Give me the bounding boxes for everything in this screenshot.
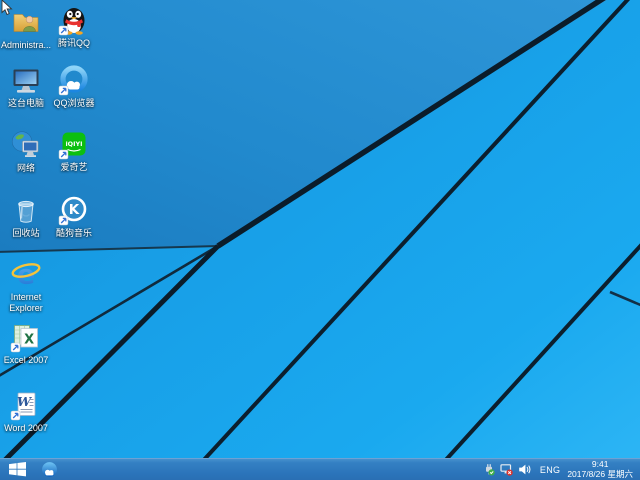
windows-logo-icon bbox=[9, 462, 26, 477]
shortcut-arrow-badge bbox=[59, 150, 68, 159]
start-button[interactable] bbox=[0, 459, 34, 480]
icon-label: Excel 2007 bbox=[4, 355, 49, 366]
qq-browser-icon bbox=[58, 64, 90, 96]
mouse-cursor bbox=[1, 0, 13, 16]
shortcut-arrow-badge bbox=[59, 26, 68, 35]
taskbar-clock[interactable]: 9:41 2017/8/26 星期六 bbox=[567, 460, 633, 479]
taskbar: ENG 9:41 2017/8/26 星期六 bbox=[0, 458, 640, 480]
svg-text:K: K bbox=[69, 202, 80, 218]
svg-text:iQIYI: iQIYI bbox=[65, 140, 82, 148]
internet-explorer-icon: e bbox=[10, 258, 42, 290]
qq-browser-icon bbox=[41, 461, 58, 478]
icon-label: 回收站 bbox=[12, 228, 39, 239]
shortcut-arrow-badge bbox=[59, 86, 68, 95]
icon-label: 酷狗音乐 bbox=[56, 228, 92, 239]
desktop-icon-tencent-qq[interactable]: 腾讯QQ bbox=[45, 4, 103, 49]
icon-label: Administra... bbox=[1, 40, 51, 51]
clock-date: 2017/8/26 星期六 bbox=[567, 470, 633, 480]
iqiyi-icon: iQIYI bbox=[58, 128, 90, 160]
desktop-icon-word-2007[interactable]: W Word 2007 bbox=[0, 389, 55, 434]
icon-label: 腾讯QQ bbox=[58, 38, 90, 49]
svg-text:W: W bbox=[17, 394, 33, 409]
icon-label: 网络 bbox=[17, 163, 35, 174]
volume-icon[interactable] bbox=[518, 463, 531, 476]
computer-icon bbox=[10, 64, 42, 96]
shortcut-arrow-badge bbox=[11, 411, 20, 420]
language-indicator[interactable]: ENG bbox=[540, 465, 560, 475]
system-tray: ENG 9:41 2017/8/26 星期六 bbox=[480, 459, 640, 480]
word-icon: W bbox=[10, 389, 42, 421]
network-disconnected-icon[interactable] bbox=[500, 463, 513, 476]
svg-text:X: X bbox=[24, 333, 34, 348]
qq-penguin-icon bbox=[58, 4, 90, 36]
excel-icon: X bbox=[10, 321, 42, 353]
desktop-icon-kugou-music[interactable]: K 酷狗音乐 bbox=[45, 194, 103, 239]
usb-safely-remove-icon[interactable] bbox=[482, 463, 495, 476]
desktop-icon-excel-2007[interactable]: X Excel 2007 bbox=[0, 321, 55, 366]
icon-label: Word 2007 bbox=[4, 423, 48, 434]
user-folder-icon bbox=[10, 6, 42, 38]
shortcut-arrow-badge bbox=[59, 216, 68, 225]
kugou-icon: K bbox=[58, 194, 90, 226]
desktop-icon-internet-explorer[interactable]: e Internet Explorer bbox=[0, 258, 55, 313]
desktop-icon-iqiyi[interactable]: iQIYI 爱奇艺 bbox=[45, 128, 103, 173]
desktop: Administra... 这台电脑 网络 bbox=[0, 0, 640, 480]
icon-label: QQ浏览器 bbox=[53, 98, 94, 109]
icon-label: 这台电脑 bbox=[8, 98, 44, 109]
network-globe-icon bbox=[10, 129, 42, 161]
recycle-bin-icon bbox=[10, 194, 42, 226]
taskbar-qq-browser-button[interactable] bbox=[34, 459, 64, 480]
icon-label: 爱奇艺 bbox=[60, 162, 87, 173]
shortcut-arrow-badge bbox=[11, 343, 20, 352]
desktop-icon-qq-browser[interactable]: QQ浏览器 bbox=[45, 64, 103, 109]
icon-label: Internet Explorer bbox=[0, 292, 55, 313]
